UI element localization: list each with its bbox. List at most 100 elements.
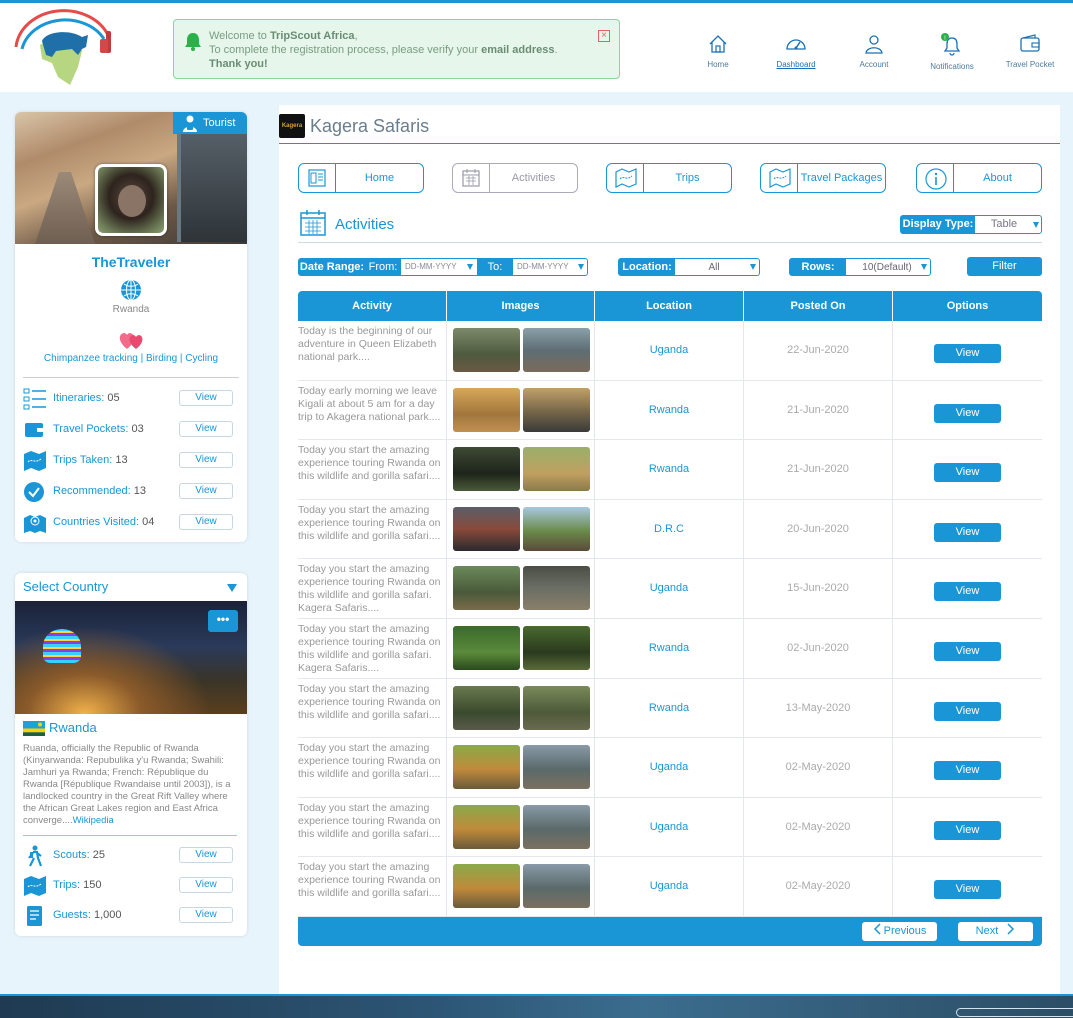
activity-thumbnail[interactable] xyxy=(453,447,520,492)
itinerary-icon xyxy=(23,388,46,410)
avatar[interactable] xyxy=(95,164,167,236)
table-header: Activity Images Location Posted On Optio… xyxy=(298,291,1042,321)
activity-thumbnail[interactable] xyxy=(453,804,520,849)
activity-thumbnail[interactable] xyxy=(453,566,520,611)
activity-options: View xyxy=(893,381,1042,440)
activities-title: Activities xyxy=(335,216,395,233)
view-activity-button[interactable]: View xyxy=(934,701,1001,721)
activity-thumbnail[interactable] xyxy=(523,864,590,909)
activity-thumbnail[interactable] xyxy=(453,328,520,372)
view-activity-button[interactable]: View xyxy=(934,880,1001,900)
activity-location[interactable]: D.R.C xyxy=(595,499,744,559)
nav-notifications[interactable]: ! Notifications xyxy=(917,33,987,71)
activity-location[interactable]: Uganda xyxy=(595,738,744,797)
activity-thumbnail[interactable] xyxy=(453,626,520,670)
activity-thumbnail[interactable] xyxy=(523,626,590,670)
chevron-down-icon[interactable] xyxy=(467,264,473,270)
tab-home[interactable]: Home xyxy=(298,163,424,193)
next-button[interactable]: Next xyxy=(958,922,1033,941)
activity-images xyxy=(447,857,595,916)
from-date-input[interactable]: DD-MM-YYYY xyxy=(405,262,457,271)
footer-bar xyxy=(0,994,1073,1018)
activity-location[interactable]: Rwanda xyxy=(595,440,744,499)
rows-filter[interactable]: Rows: 10(Default) xyxy=(789,258,931,276)
view-trips-button[interactable]: View xyxy=(179,877,233,893)
tab-trips-label: Trips xyxy=(675,172,700,184)
activity-thumbnail[interactable] xyxy=(453,506,520,551)
activity-date: 20-Jun-2020 xyxy=(744,499,893,559)
filter-button[interactable]: Filter xyxy=(967,257,1042,276)
activity-location[interactable]: Uganda xyxy=(595,321,744,380)
activity-thumbnail[interactable] xyxy=(523,447,590,492)
view-activity-button[interactable]: View xyxy=(934,642,1001,661)
info-icon xyxy=(925,168,947,190)
tab-trips[interactable]: Trips xyxy=(606,163,732,193)
activity-images xyxy=(447,678,595,738)
activity-thumbnail[interactable] xyxy=(453,745,520,790)
tab-travel-packages[interactable]: Travel Packages xyxy=(760,163,886,193)
view-itineraries-button[interactable]: View xyxy=(179,390,233,406)
view-travel-pockets-button[interactable]: View xyxy=(179,421,233,437)
view-activity-button[interactable]: View xyxy=(934,463,1001,483)
activity-location[interactable]: Rwanda xyxy=(595,678,744,738)
chevron-down-icon[interactable] xyxy=(227,584,237,592)
to-date-input[interactable]: DD-MM-YYYY xyxy=(517,262,569,271)
view-activity-button[interactable]: View xyxy=(934,582,1001,602)
nav-home[interactable]: Home xyxy=(683,33,753,69)
activity-location[interactable]: Uganda xyxy=(595,797,744,857)
nav-dashboard-label: Dashboard xyxy=(776,60,816,69)
chevron-down-icon[interactable] xyxy=(578,264,584,270)
nav-account[interactable]: Account xyxy=(839,33,909,69)
view-countries-visited-button[interactable]: View xyxy=(179,514,233,530)
previous-button[interactable]: Previous xyxy=(862,922,937,941)
activity-location[interactable]: Rwanda xyxy=(595,619,744,678)
check-icon xyxy=(24,482,44,502)
activity-description: Today you start the amazing experience t… xyxy=(298,857,447,916)
activity-thumbnail[interactable] xyxy=(523,804,590,849)
view-activity-button[interactable]: View xyxy=(934,761,1001,781)
interests-list[interactable]: Chimpanzee tracking | Birding | Cycling xyxy=(15,353,247,364)
to-label: To: xyxy=(477,259,513,275)
activity-thumbnail[interactable] xyxy=(523,566,590,611)
activity-thumbnail[interactable] xyxy=(453,685,520,730)
activity-options: View xyxy=(893,440,1042,499)
tab-activities-label: Activities xyxy=(511,172,556,184)
activity-thumbnail[interactable] xyxy=(523,745,590,790)
stat-trips: Trips: 150 View xyxy=(23,875,239,897)
nav-notifications-label: Notifications xyxy=(930,62,974,71)
activity-images xyxy=(447,321,595,380)
activity-thumbnail[interactable] xyxy=(523,387,590,432)
activity-thumbnail[interactable] xyxy=(453,387,520,432)
view-activity-button[interactable]: View xyxy=(934,403,1001,423)
view-trips-taken-button[interactable]: View xyxy=(179,452,233,468)
wikipedia-link[interactable]: Wikipedia xyxy=(73,815,114,826)
close-icon[interactable]: × xyxy=(598,30,610,42)
tab-activities[interactable]: Activities xyxy=(452,163,578,193)
location-filter[interactable]: Location: All xyxy=(618,258,760,276)
country-select[interactable]: Select Country xyxy=(23,579,108,594)
activity-thumbnail[interactable] xyxy=(523,328,590,372)
tab-about[interactable]: About xyxy=(916,163,1042,193)
more-options-button[interactable]: ••• xyxy=(208,610,238,632)
view-activity-button[interactable]: View xyxy=(934,522,1001,542)
activity-thumbnail[interactable] xyxy=(523,506,590,551)
display-type-label: Display Type: xyxy=(901,216,975,233)
activity-location[interactable]: Uganda xyxy=(595,857,744,916)
view-activity-button[interactable]: View xyxy=(934,820,1001,840)
view-guests-button[interactable]: View xyxy=(179,907,233,923)
view-activity-button[interactable]: View xyxy=(934,344,1001,363)
activity-location[interactable]: Rwanda xyxy=(595,380,744,440)
activity-thumbnail[interactable] xyxy=(523,685,590,730)
activity-description: Today is the beginning of our adventure … xyxy=(298,321,447,380)
view-scouts-button[interactable]: View xyxy=(179,847,233,863)
view-recommended-button[interactable]: View xyxy=(179,483,233,499)
account-icon xyxy=(865,35,883,54)
country-card: Select Country ••• Rwanda Ruanda, offici… xyxy=(15,573,247,936)
nav-travel-pocket[interactable]: Travel Pocket xyxy=(995,33,1065,69)
top-header: Welcome to TripScout Africa, To complete… xyxy=(0,0,1073,92)
display-type-select[interactable]: Display Type: Table xyxy=(900,215,1042,234)
activity-location[interactable]: Uganda xyxy=(595,559,744,618)
from-label: From: xyxy=(365,259,401,275)
activity-thumbnail[interactable] xyxy=(453,864,520,909)
nav-dashboard[interactable]: Dashboard xyxy=(761,33,831,69)
